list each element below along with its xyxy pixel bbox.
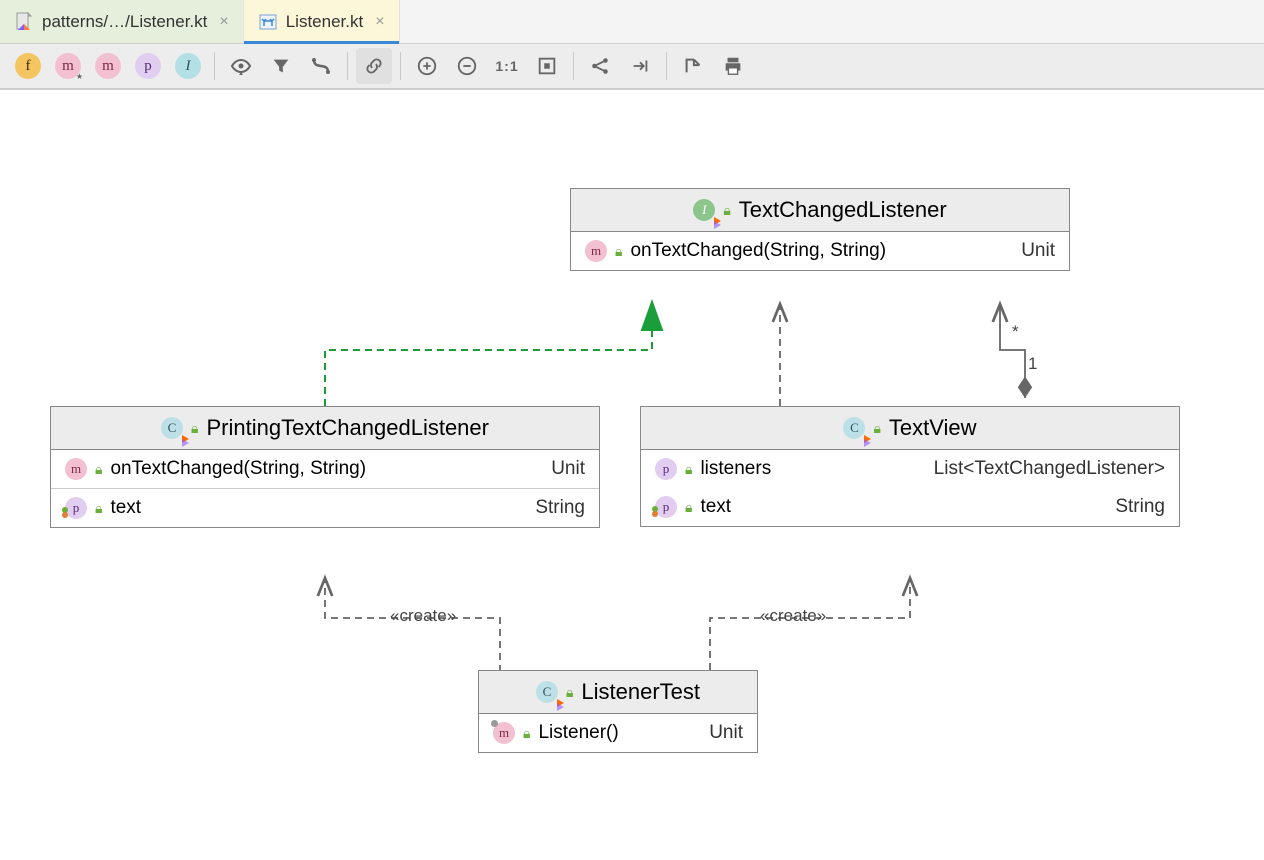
zoom-out-button[interactable] bbox=[449, 48, 485, 84]
class-name: ListenerTest bbox=[581, 679, 700, 705]
method-listener[interactable]: m 🔒︎ Listener() Unit bbox=[479, 714, 757, 752]
member-name: listeners bbox=[700, 458, 911, 480]
class-name: TextView bbox=[889, 415, 977, 441]
class-icon: C bbox=[536, 681, 558, 703]
class-listener-test[interactable]: C 🔒︎ ListenerTest m 🔒︎ Listener() Unit bbox=[478, 670, 758, 753]
filter-icon bbox=[270, 55, 292, 77]
member-type: Unit bbox=[551, 458, 585, 480]
filter-button[interactable] bbox=[263, 48, 299, 84]
share-icon bbox=[589, 55, 611, 77]
property-text[interactable]: p 🔒︎ text String bbox=[51, 489, 599, 527]
show-properties-button[interactable]: p bbox=[130, 48, 166, 84]
separator bbox=[400, 52, 401, 80]
class-header: C 🔒︎ PrintingTextChangedListener bbox=[51, 407, 599, 450]
zoom-actual-button[interactable]: 1:1 bbox=[489, 48, 525, 84]
show-dependencies-button[interactable] bbox=[582, 48, 618, 84]
class-header: C 🔒︎ TextView bbox=[641, 407, 1179, 450]
class-icon: C bbox=[843, 417, 865, 439]
member-signature: onTextChanged(String, String) bbox=[630, 240, 999, 262]
tab-bar: patterns/…/Listener.kt × Listener.kt × bbox=[0, 0, 1264, 44]
multiplicity-star: * bbox=[1012, 322, 1019, 342]
separator bbox=[666, 52, 667, 80]
show-constructors-button[interactable]: m bbox=[50, 48, 86, 84]
member-type: List<TextChangedListener> bbox=[934, 458, 1165, 480]
uml-diagram-icon bbox=[258, 12, 278, 32]
separator bbox=[347, 52, 348, 80]
arrow-to-icon bbox=[629, 55, 651, 77]
member-name: text bbox=[110, 497, 513, 519]
property-icon: p bbox=[655, 496, 677, 518]
property-icon: p bbox=[655, 458, 677, 480]
kotlin-file-icon bbox=[14, 12, 34, 32]
method-on-text-changed[interactable]: m 🔒︎ onTextChanged(String, String) Unit bbox=[51, 450, 599, 488]
one-to-one-icon: 1:1 bbox=[495, 58, 518, 74]
member-type: Unit bbox=[1021, 240, 1055, 262]
close-icon[interactable]: × bbox=[375, 13, 384, 31]
print-icon bbox=[722, 55, 744, 77]
class-name: TextChangedListener bbox=[739, 197, 947, 223]
layout-icon bbox=[309, 54, 333, 78]
method-on-text-changed[interactable]: m 🔒︎ onTextChanged(String, String) Unit bbox=[571, 232, 1069, 270]
show-inner-classes-button[interactable]: I bbox=[170, 48, 206, 84]
tab-patterns-listener[interactable]: patterns/…/Listener.kt × bbox=[0, 0, 244, 43]
lock-icon: 🔒︎ bbox=[566, 684, 573, 701]
class-text-changed-listener[interactable]: I 🔒︎ TextChangedListener m 🔒︎ onTextChan… bbox=[570, 188, 1070, 271]
relation-label-create-2: «create» bbox=[760, 606, 826, 626]
class-header: C 🔒︎ ListenerTest bbox=[479, 671, 757, 714]
class-text-view[interactable]: C 🔒︎ TextView p 🔒︎ listeners List<TextCh… bbox=[640, 406, 1180, 527]
visibility-button[interactable] bbox=[223, 48, 259, 84]
lock-icon: 🔒︎ bbox=[685, 461, 692, 478]
navigate-button[interactable] bbox=[622, 48, 658, 84]
lock-icon: 🔒︎ bbox=[191, 420, 198, 437]
lock-icon: 🔒︎ bbox=[873, 420, 880, 437]
property-listeners[interactable]: p 🔒︎ listeners List<TextChangedListener> bbox=[641, 450, 1179, 488]
show-fields-button[interactable]: f bbox=[10, 48, 46, 84]
lock-icon: 🔒︎ bbox=[95, 461, 102, 478]
tab-listener-uml[interactable]: Listener.kt × bbox=[244, 0, 400, 43]
separator bbox=[214, 52, 215, 80]
member-signature: Listener() bbox=[538, 722, 687, 744]
link-icon bbox=[363, 55, 385, 77]
method-icon: m bbox=[65, 458, 87, 480]
interface-icon: I bbox=[693, 199, 715, 221]
fit-icon bbox=[536, 55, 558, 77]
method-icon: m bbox=[585, 240, 607, 262]
export-icon bbox=[682, 55, 704, 77]
separator bbox=[573, 52, 574, 80]
class-name: PrintingTextChangedListener bbox=[206, 415, 489, 441]
property-text[interactable]: p 🔒︎ text String bbox=[641, 488, 1179, 526]
zoom-out-icon bbox=[456, 55, 478, 77]
zoom-in-icon bbox=[416, 55, 438, 77]
toolbar: f m m p I 1:1 bbox=[0, 44, 1264, 90]
export-button[interactable] bbox=[675, 48, 711, 84]
link-button[interactable] bbox=[356, 48, 392, 84]
zoom-in-button[interactable] bbox=[409, 48, 445, 84]
member-type: String bbox=[1115, 496, 1165, 518]
member-type: Unit bbox=[709, 722, 743, 744]
fit-content-button[interactable] bbox=[529, 48, 565, 84]
property-icon: p bbox=[65, 497, 87, 519]
relation-label-create-1: «create» bbox=[390, 606, 456, 626]
class-header: I 🔒︎ TextChangedListener bbox=[571, 189, 1069, 232]
multiplicity-one: 1 bbox=[1028, 354, 1037, 374]
class-printing-text-changed-listener[interactable]: C 🔒︎ PrintingTextChangedListener m 🔒︎ on… bbox=[50, 406, 600, 528]
lock-icon: 🔒︎ bbox=[685, 499, 692, 516]
diagram-canvas[interactable]: «create» «create» * 1 I 🔒︎ TextChangedLi… bbox=[0, 90, 1264, 860]
tab-label: Listener.kt bbox=[286, 12, 364, 32]
member-type: String bbox=[535, 497, 585, 519]
eye-icon bbox=[229, 54, 253, 78]
lock-icon: 🔒︎ bbox=[723, 202, 730, 219]
lock-icon: 🔒︎ bbox=[615, 243, 622, 260]
member-name: text bbox=[700, 496, 1093, 518]
class-icon: C bbox=[161, 417, 183, 439]
tab-label: patterns/…/Listener.kt bbox=[42, 12, 207, 32]
method-icon: m bbox=[493, 722, 515, 744]
layout-button[interactable] bbox=[303, 48, 339, 84]
print-button[interactable] bbox=[715, 48, 751, 84]
show-methods-button[interactable]: m bbox=[90, 48, 126, 84]
member-signature: onTextChanged(String, String) bbox=[110, 458, 529, 480]
close-icon[interactable]: × bbox=[219, 13, 228, 31]
lock-icon: 🔒︎ bbox=[95, 500, 102, 517]
lock-icon: 🔒︎ bbox=[523, 725, 530, 742]
